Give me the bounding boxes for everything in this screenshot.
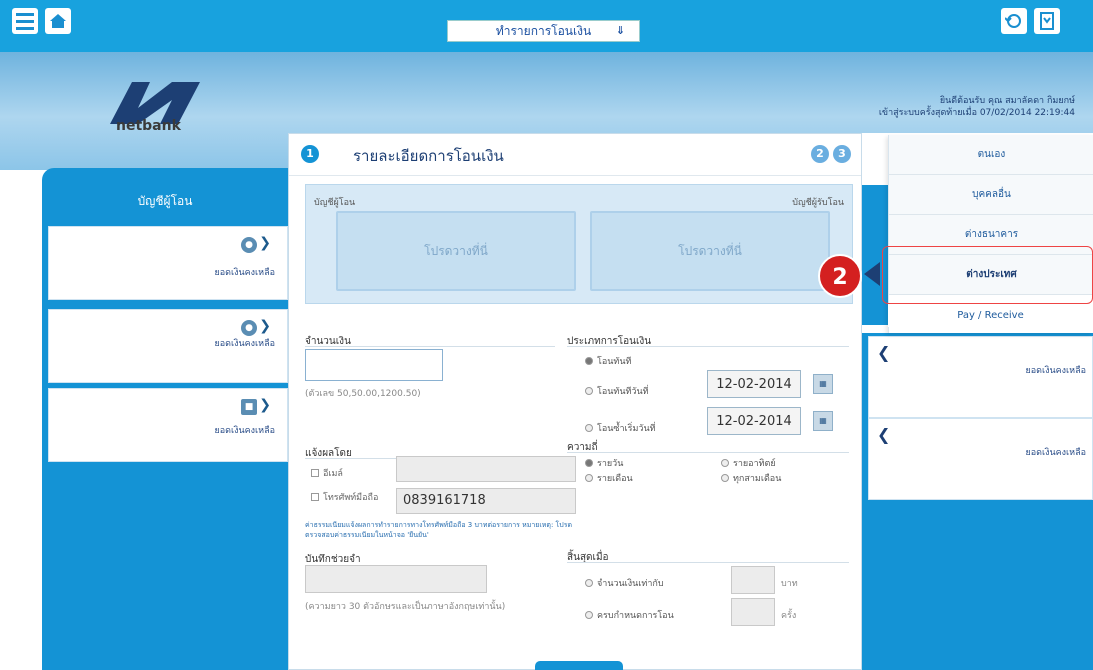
logo-text: netbank [116,118,181,134]
balance-label: ยอดเงินคงเหลือ [1025,448,1087,458]
divider [567,562,849,563]
pay-receive-link[interactable]: Pay / Receive [888,303,1093,327]
welcome-text: ยินดีต้อนรับ คุณ สมาลัคดา กิมยกษ์ เข้าสู… [879,95,1075,119]
notify-email-checkbox[interactable]: อีเมล์ [311,466,343,480]
phone-input[interactable]: 0839161718 [396,488,576,514]
hamburger-icon[interactable] [12,8,38,34]
divider [567,346,849,347]
end-count-radio[interactable]: ครบกำหนดการโอน [585,608,674,622]
source-account-panel: บัญชีผู้โอน ● ❯ ยอดเงินคงเหลือ ● ❯ ยอดเง… [42,168,288,670]
account-card[interactable]: ■ ❯ ยอดเงินคงเหลือ [48,388,288,462]
balance-label: ยอดเงินคงเหลือ [214,268,276,278]
from-drop-target[interactable]: โปรดวางที่นี่ [336,211,576,291]
next-button[interactable] [535,661,623,670]
frequency-daily-radio[interactable]: รายวัน [585,456,623,470]
end-count-input[interactable] [731,598,775,626]
chevron-left-icon: ❮ [877,343,891,362]
account-drop-zone: บัญชีผู้โอน บัญชีผู้รับโอน โปรดวางที่นี่… [305,184,853,304]
recurring-transfer-radio[interactable]: โอนซ้ำเริ่มวันที่ [585,421,656,435]
transfer-details-panel: 1 รายละเอียดการโอนเงิน 2 3 บัญชีผู้โอน บ… [288,133,862,670]
times-unit: ครั้ง [781,611,797,621]
logout-icon[interactable] [1001,8,1027,34]
destination-account-card[interactable]: ❮ ยอดเงินคงเหลือ [868,336,1093,418]
menu-item-own-account[interactable]: ตนเอง [889,135,1093,175]
email-input[interactable] [396,456,576,482]
source-account-title: บัญชีผู้โอน [137,194,193,208]
calendar-icon[interactable]: ▦ [813,411,833,431]
step-indicators: 2 3 [811,145,851,163]
step-indicator: 2 [811,145,829,163]
amount-input[interactable] [305,349,443,381]
chevron-down-icon: ⇓ [615,24,625,37]
step-header: 1 รายละเอียดการโอนเงิน 2 3 [289,134,861,176]
transfer-on-date-radio[interactable]: โอนทันทีวันที่ [585,384,649,398]
step-badge: 2 [818,254,862,298]
divider [567,452,849,453]
from-account-label: บัญชีผู้โอน [314,198,356,208]
account-type-icon: ● [241,237,257,253]
chevron-right-icon: ❯ [259,397,271,413]
end-amount-radio[interactable]: จำนวนเงินเท่ากับ [585,576,664,590]
frequency-monthly-radio[interactable]: รายเดือน [585,471,633,485]
balance-label: ยอดเงินคงเหลือ [1025,366,1087,376]
frequency-weekly-radio[interactable]: รายอาทิตย์ [721,456,776,470]
sms-fee-notice: ค่าธรรมเนียมแจ้งผลการทำรายการทางโทรศัพท์… [305,521,573,539]
account-type-icon: ● [241,320,257,336]
frequency-quarterly-radio[interactable]: ทุกสามเดือน [721,471,781,485]
badge-arrow [864,262,880,286]
end-amount-input[interactable] [731,566,775,594]
chevron-right-icon: ❯ [259,235,271,251]
menu-item-other-person[interactable]: บุคคลอื่น [889,175,1093,215]
recurring-date-input[interactable]: 12-02-2014 [707,407,801,435]
to-drop-target[interactable]: โปรดวางที่นี่ [590,211,830,291]
account-card[interactable]: ● ❯ ยอดเงินคงเหลือ [48,309,288,383]
baht-unit: บาท [781,579,798,589]
to-account-label: บัญชีผู้รับโอน [792,198,844,208]
destination-account-card[interactable]: ❮ ยอดเงินคงเหลือ [868,418,1093,500]
account-type-icon: ■ [241,399,257,415]
balance-label: ยอดเงินคงเหลือ [214,339,276,349]
calendar-icon[interactable]: ▦ [813,374,833,394]
highlight-outline [882,246,1093,304]
amount-hint: (ตัวเลข 50,50.00,1200.50) [305,389,421,399]
step-indicator: 3 [833,145,851,163]
account-card[interactable]: ● ❯ ยอดเงินคงเหลือ [48,226,288,300]
transaction-select-value: ทำรายการโอนเงิน [495,23,592,38]
last-login: เข้าสู่ระบบครั้งสุดท้ายเมื่อ 07/02/2014 … [878,108,1075,118]
transaction-select[interactable]: ทำรายการโอนเงิน ⇓ [447,20,640,42]
memo-input[interactable] [305,565,487,593]
step-title: รายละเอียดการโอนเงิน [353,147,504,165]
home-icon[interactable] [45,8,71,34]
memo-hint: (ความยาว 30 ตัวอักษรและเป็นภาษาอังกฤษเท่… [305,602,506,612]
top-bar: ทำรายการโอนเงิน ⇓ [0,0,1093,52]
step-number: 1 [301,145,319,163]
bookmark-icon[interactable] [1034,8,1060,34]
chevron-left-icon: ❮ [877,425,891,444]
divider [305,346,555,347]
transfer-date-input[interactable]: 12-02-2014 [707,370,801,398]
transfer-now-radio[interactable]: โอนทันที [585,354,631,368]
balance-label: ยอดเงินคงเหลือ [214,426,276,436]
chevron-right-icon: ❯ [259,318,271,334]
notify-phone-checkbox[interactable]: โทรศัพท์มือถือ [311,490,378,504]
welcome-line: ยินดีต้อนรับ คุณ สมาลัคดา กิมยกษ์ [939,96,1075,106]
